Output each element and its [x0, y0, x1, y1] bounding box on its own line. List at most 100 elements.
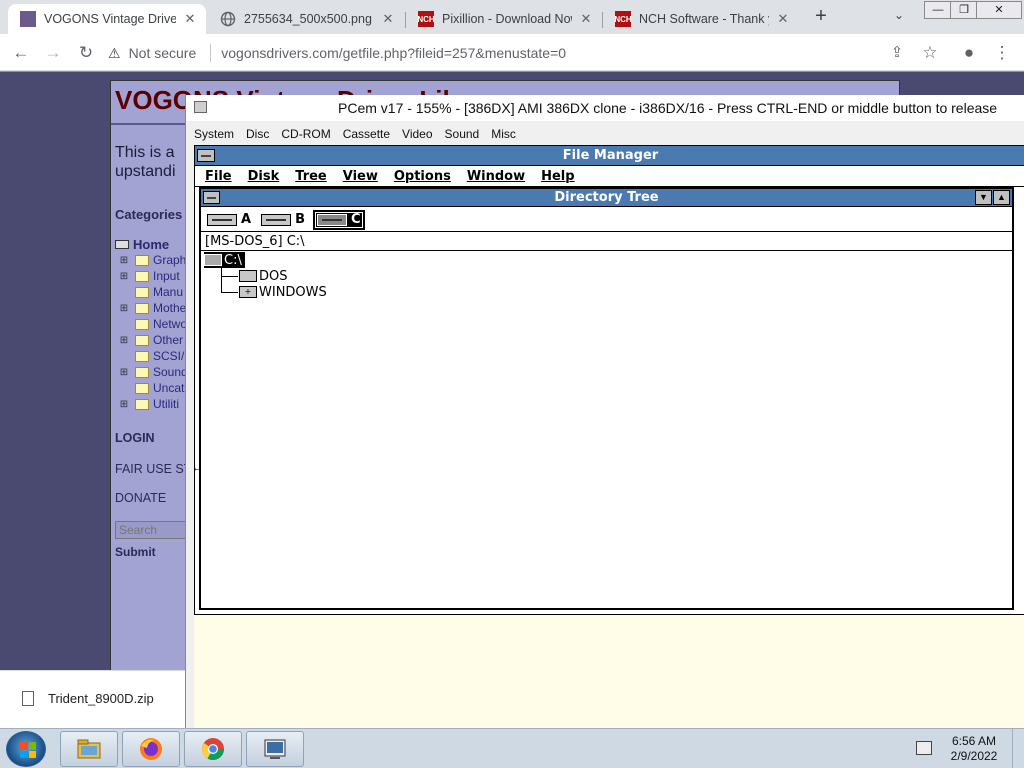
tab-close-icon[interactable]: ✕: [578, 11, 594, 27]
plus-icon[interactable]: ⊞: [119, 271, 129, 282]
emulator-screen[interactable]: File Manager File Disk Tree View Options…: [194, 145, 1024, 728]
category-item[interactable]: ⊞ Sound: [119, 364, 188, 380]
pcem-menu-cassette[interactable]: Cassette: [343, 127, 390, 141]
drive-c[interactable]: C: [312, 209, 365, 230]
minimize-down-arrow-icon[interactable]: ▼: [975, 190, 992, 205]
browser-menu-icon[interactable]: ⋮: [991, 42, 1013, 64]
category-item[interactable]: ⊞ Utiliti: [119, 396, 188, 412]
folder-open-icon: [204, 254, 222, 266]
category-label[interactable]: Graph: [153, 253, 186, 267]
category-label[interactable]: Manu: [153, 285, 183, 299]
category-label[interactable]: Mothe: [153, 301, 186, 315]
search-input[interactable]: [115, 521, 195, 539]
tab-close-icon[interactable]: ✕: [775, 11, 791, 27]
fm-menu-view[interactable]: View: [343, 169, 378, 184]
taskbar-chrome[interactable]: [184, 731, 242, 767]
back-button[interactable]: ←: [10, 42, 32, 64]
address-bar[interactable]: ⚠ Not secure vogonsdrivers.com/getfile.p…: [108, 39, 948, 67]
close-button[interactable]: ✕: [976, 1, 1022, 19]
directory-tree-titlebar[interactable]: Directory Tree ▼ ▲: [201, 189, 1012, 207]
download-filename[interactable]: Trident_8900D.zip: [48, 691, 154, 706]
security-label[interactable]: Not secure: [129, 45, 197, 61]
category-item[interactable]: ⊞ Graph: [119, 252, 188, 268]
restore-button[interactable]: ❐: [950, 1, 978, 19]
category-item[interactable]: SCSI/I: [119, 348, 188, 364]
category-label[interactable]: Input: [153, 269, 180, 283]
pcem-menu-misc[interactable]: Misc: [491, 127, 516, 141]
category-label[interactable]: SCSI/I: [153, 349, 188, 363]
category-list: ⊞ Graph ⊞ Input Manu ⊞ Mothe Netwo ⊞ Other SCSI/I ⊞…: [119, 252, 188, 412]
tab-close-icon[interactable]: ✕: [182, 11, 198, 27]
submit-button[interactable]: Submit: [115, 545, 156, 559]
clock[interactable]: 6:56 AM 2/9/2022: [944, 734, 1004, 764]
category-label[interactable]: Netwo: [153, 317, 187, 331]
donate-link[interactable]: DONATE: [115, 491, 166, 505]
tree-folder-dos[interactable]: DOS: [239, 268, 288, 284]
pcem-menu-system[interactable]: System: [194, 127, 234, 141]
tab-close-icon[interactable]: ✕: [380, 11, 396, 27]
category-home-label[interactable]: Home: [133, 237, 169, 252]
pcem-app-icon[interactable]: [194, 101, 207, 113]
download-item[interactable]: Trident_8900D.zip: [22, 691, 154, 706]
fm-menu-file[interactable]: File: [205, 169, 232, 184]
tab-search-button[interactable]: ⌄: [890, 8, 908, 26]
category-home[interactable]: Home: [115, 237, 169, 252]
minus-icon[interactable]: [115, 240, 129, 249]
category-label[interactable]: Sound: [153, 365, 188, 379]
category-label[interactable]: Utiliti: [153, 397, 179, 411]
pcem-titlebar[interactable]: PCem v17 - 155% - [386DX] AMI 386DX clon…: [186, 95, 1024, 121]
fm-menu-help[interactable]: Help: [541, 169, 574, 184]
fm-menu-window[interactable]: Window: [467, 169, 525, 184]
fm-menu-tree[interactable]: Tree: [295, 169, 326, 184]
plus-icon[interactable]: ⊞: [119, 399, 129, 410]
plus-icon[interactable]: ⊞: [119, 335, 129, 346]
category-item[interactable]: ⊞ Input: [119, 268, 188, 284]
tab-title: Pixillion - Download Now: [442, 12, 572, 26]
warning-icon[interactable]: ⚠: [108, 45, 121, 62]
login-link[interactable]: LOGIN: [115, 431, 155, 445]
category-item[interactable]: ⊞ Other: [119, 332, 188, 348]
category-item[interactable]: ⊞ Mothe: [119, 300, 188, 316]
category-item[interactable]: Uncat: [119, 380, 188, 396]
fm-menu-options[interactable]: Options: [394, 169, 451, 184]
plus-icon[interactable]: ⊞: [119, 255, 129, 266]
file-manager-titlebar[interactable]: File Manager: [195, 146, 1024, 166]
pcem-menu-sound[interactable]: Sound: [445, 127, 480, 141]
pcem-menu-cdrom[interactable]: CD-ROM: [281, 127, 330, 141]
bookmark-star-icon[interactable]: ☆: [919, 42, 941, 64]
drive-b[interactable]: B: [259, 210, 307, 230]
taskbar-pcem[interactable]: [246, 731, 304, 767]
category-item[interactable]: Netwo: [119, 316, 188, 332]
maximize-up-arrow-icon[interactable]: ▲: [993, 190, 1010, 205]
reload-button[interactable]: ↻: [75, 42, 97, 64]
drive-a[interactable]: A: [205, 210, 253, 230]
fm-menu-disk[interactable]: Disk: [248, 169, 280, 184]
network-tray-icon[interactable]: [916, 741, 932, 755]
share-icon[interactable]: ⇪: [886, 42, 908, 64]
category-label[interactable]: Uncat: [153, 381, 184, 395]
tab-nch-thankyou[interactable]: NCH NCH Software - Thank yo ✕: [603, 4, 799, 34]
file-manager-menubar: File Disk Tree View Options Window Help: [195, 167, 1024, 187]
taskbar-firefox[interactable]: [122, 731, 180, 767]
plus-icon[interactable]: ⊞: [119, 303, 129, 314]
forward-button[interactable]: →: [42, 42, 64, 64]
tab-pixillion[interactable]: NCH Pixillion - Download Now ✕: [406, 4, 602, 34]
start-button[interactable]: [6, 731, 46, 767]
show-desktop-button[interactable]: [1012, 729, 1024, 768]
plus-icon[interactable]: ⊞: [119, 367, 129, 378]
new-tab-button[interactable]: +: [810, 6, 832, 28]
category-label[interactable]: Other: [153, 333, 183, 347]
clock-time: 6:56 AM: [951, 734, 997, 748]
tree-folder-windows[interactable]: + WINDOWS: [239, 284, 327, 300]
taskbar-explorer[interactable]: [60, 731, 118, 767]
pcem-menu-disc[interactable]: Disc: [246, 127, 269, 141]
fair-use-link[interactable]: FAIR USE ST: [115, 462, 191, 476]
tab-vogons[interactable]: VOGONS Vintage Driver ✕: [8, 4, 206, 34]
minimize-button[interactable]: —: [924, 1, 952, 19]
pcem-menu-video[interactable]: Video: [402, 127, 432, 141]
tree-root[interactable]: C:\: [204, 252, 245, 268]
profile-avatar-icon[interactable]: ●: [958, 42, 980, 64]
url-text[interactable]: vogonsdrivers.com/getfile.php?fileid=257…: [221, 45, 566, 61]
category-item[interactable]: Manu: [119, 284, 188, 300]
tab-png[interactable]: 2755634_500x500.png (4 ✕: [208, 4, 404, 34]
